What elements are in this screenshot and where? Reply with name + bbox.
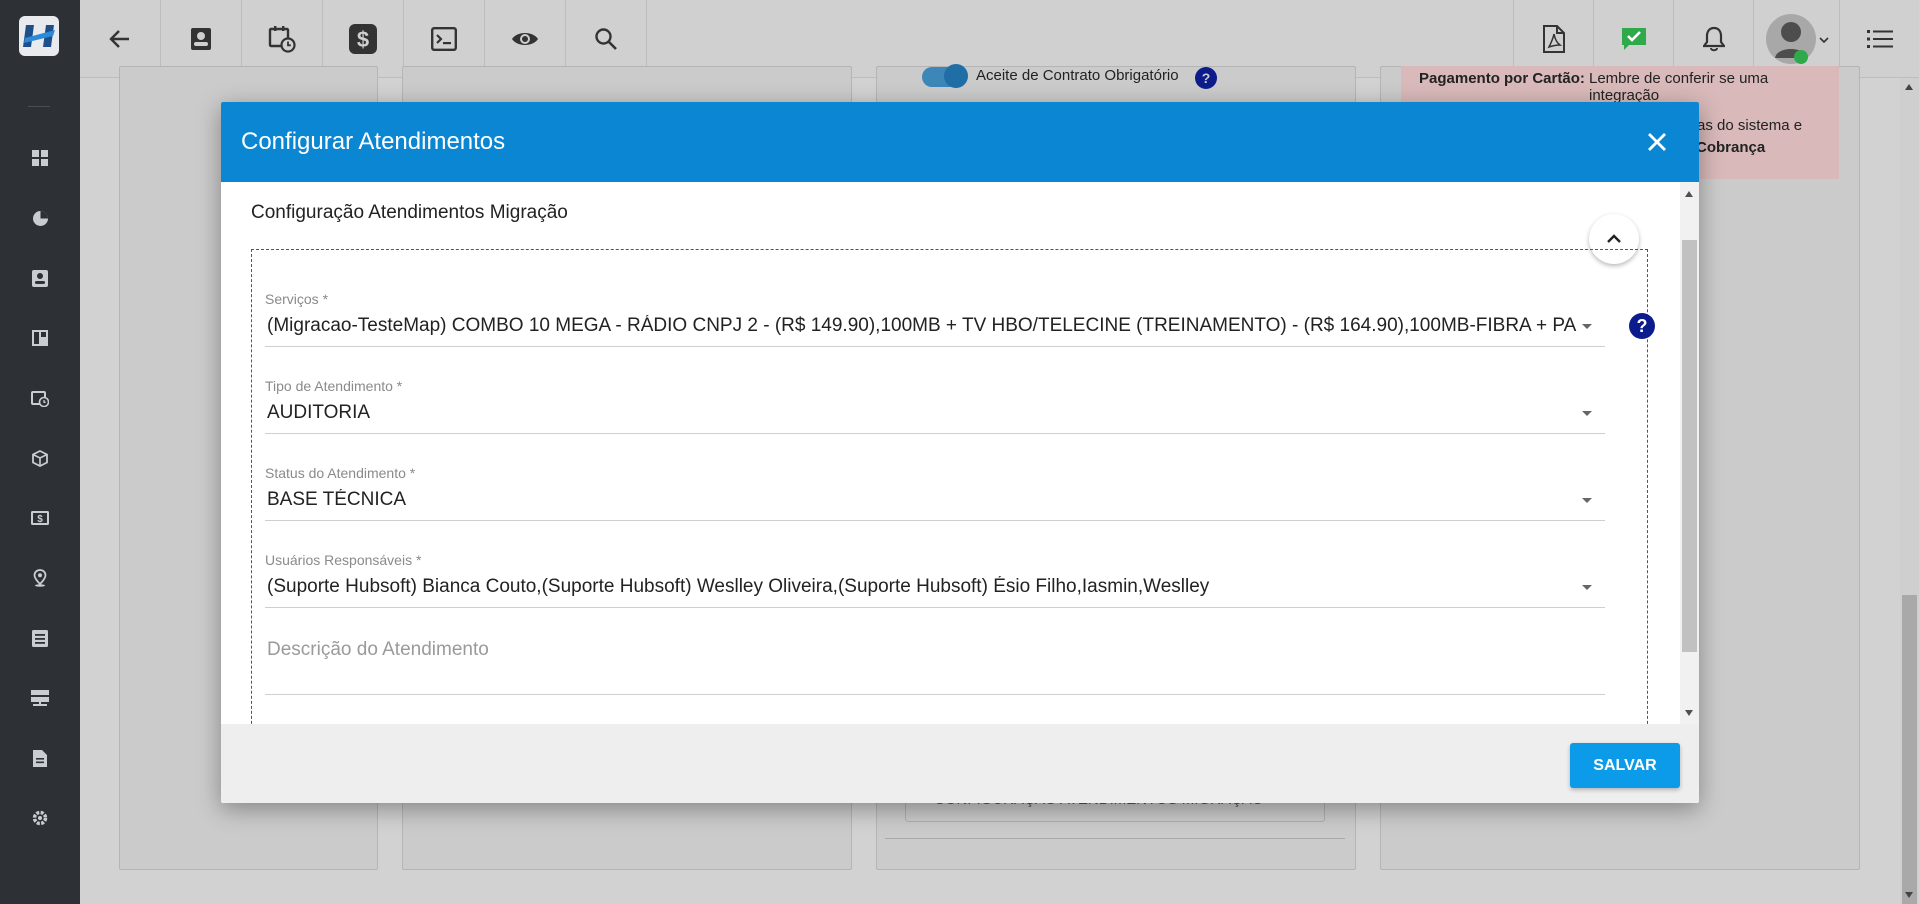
field-underline (265, 520, 1605, 521)
service-status-field[interactable]: Status do Atendimento * BASE TÉCNICA (265, 465, 1610, 521)
pie-chart-icon[interactable] (28, 206, 52, 230)
dialog-body: Configuração Atendimentos Migração Servi… (221, 182, 1699, 724)
toggle-knob (944, 64, 968, 88)
services-label: Serviços * (265, 291, 329, 307)
menu-list-icon (1866, 29, 1893, 48)
alert-text-line3: Cobrança (1696, 139, 1766, 156)
description-input[interactable]: Descrição do Atendimento (267, 639, 489, 661)
chevron-down-icon (1818, 36, 1829, 43)
page-scroll-up-arrow[interactable] (1905, 84, 1913, 90)
avatar (1765, 13, 1829, 64)
chevron-down-icon[interactable] (1582, 324, 1592, 329)
sidebar-divider (28, 106, 50, 107)
service-status-value[interactable]: BASE TÉCNICA (267, 489, 1577, 511)
save-button[interactable]: SALVAR (1570, 743, 1680, 788)
services-value[interactable]: (Migracao-TesteMap) COMBO 10 MEGA - RÁDI… (267, 315, 1577, 337)
bell-icon (1702, 26, 1725, 51)
dialog-header: Configurar Atendimentos (221, 102, 1699, 182)
configure-dialog: Configurar Atendimentos Configuração Ate… (221, 102, 1699, 803)
service-type-label: Tipo de Atendimento * (265, 378, 403, 394)
scroll-down-arrow[interactable] (1685, 710, 1693, 716)
dialog-title: Configurar Atendimentos (241, 128, 506, 155)
services-field[interactable]: Serviços * (Migracao-TesteMap) COMBO 10 … (265, 291, 1655, 347)
section-title: Configuração Atendimentos Migração (251, 202, 568, 223)
field-underline (265, 607, 1605, 608)
page-scroll-down-arrow[interactable] (1905, 892, 1913, 898)
service-status-label: Status do Atendimento * (265, 465, 416, 481)
gear-icon[interactable] (28, 806, 52, 830)
responsible-users-value[interactable]: (Suporte Hubsoft) Bianca Couto,(Suporte … (267, 576, 1577, 598)
back-arrow-icon (109, 29, 129, 48)
service-type-field[interactable]: Tipo de Atendimento * AUDITORIA (265, 378, 1610, 434)
calendar-clock-icon (268, 25, 296, 53)
logo-icon (23, 25, 55, 47)
background-divider (885, 838, 1345, 839)
responsible-users-field[interactable]: Usuários Responsáveis * (Suporte Hubsoft… (265, 552, 1610, 608)
migration-form: Serviços * (Migracao-TesteMap) COMBO 10 … (251, 249, 1655, 724)
checked-message-icon (1621, 27, 1646, 50)
field-underline (265, 433, 1605, 434)
chevron-down-icon[interactable] (1582, 411, 1592, 416)
file-icon[interactable] (28, 746, 52, 770)
sidebar: $ (0, 0, 80, 904)
dollar-icon: $ (349, 23, 377, 54)
chevron-down-icon[interactable] (1582, 498, 1592, 503)
dashboard-icon[interactable] (28, 146, 52, 170)
dialog-scrollbar-thumb[interactable] (1682, 240, 1697, 652)
scroll-up-arrow[interactable] (1685, 191, 1693, 197)
alert-title: Pagamento por Cartão: (1419, 70, 1585, 87)
field-underline (265, 694, 1605, 695)
help-icon[interactable]: ? (1629, 313, 1655, 339)
app-logo[interactable] (19, 16, 59, 56)
list-document-icon[interactable] (28, 626, 52, 650)
money-icon[interactable]: $ (28, 506, 52, 530)
alert-text-line2: as do sistema e (1697, 117, 1803, 134)
terminal-icon (431, 26, 457, 51)
pdf-icon (1542, 24, 1565, 53)
page-scrollbar-thumb[interactable] (1902, 595, 1917, 904)
alert-text: Lembre de conferir se uma integração (1589, 70, 1769, 104)
dialog-footer: SALVAR (221, 724, 1699, 803)
svg-text:$: $ (37, 514, 43, 525)
board-icon[interactable] (28, 326, 52, 350)
service-type-value[interactable]: AUDITORIA (267, 402, 1577, 424)
close-icon (1648, 133, 1666, 151)
chevron-up-icon (1607, 234, 1621, 243)
chevron-down-icon[interactable] (1582, 585, 1592, 590)
field-underline (265, 346, 1605, 347)
package-icon[interactable] (28, 446, 52, 470)
eye-icon (512, 32, 538, 45)
svg-text:$: $ (357, 27, 369, 52)
contract-toggle-label: Aceite de Contrato Obrigatório (976, 67, 1179, 84)
server-icon[interactable] (28, 686, 52, 710)
contact-card-icon[interactable] (28, 266, 52, 290)
search-icon (595, 27, 617, 50)
calendar-clock-icon[interactable] (28, 386, 52, 410)
close-button[interactable] (1643, 128, 1671, 156)
map-pin-icon[interactable] (28, 566, 52, 590)
contract-help-icon[interactable]: ? (1195, 67, 1217, 89)
responsible-users-label: Usuários Responsáveis * (265, 552, 422, 568)
contact-icon (191, 27, 211, 50)
